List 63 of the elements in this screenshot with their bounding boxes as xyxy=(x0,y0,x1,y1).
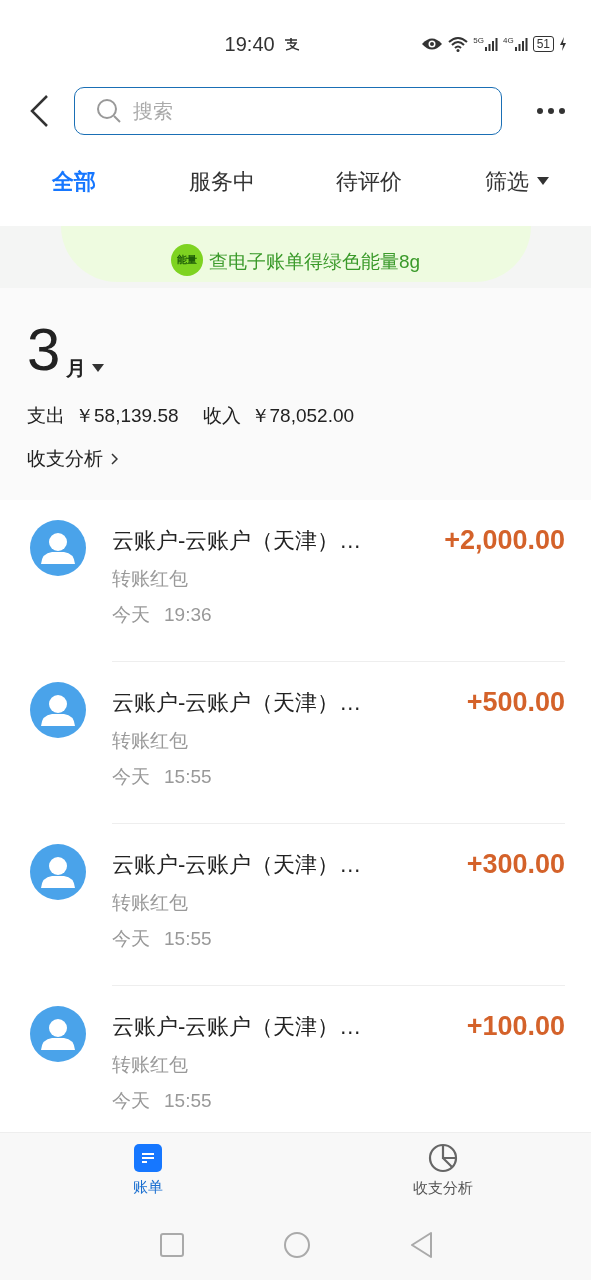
signal-icon xyxy=(513,37,528,51)
amount: +300.00 xyxy=(466,848,565,881)
more-icon[interactable] xyxy=(536,107,566,115)
energy-badge: 能量 xyxy=(170,244,203,276)
category: 转账红包 xyxy=(112,728,189,753)
filter-tab[interactable]: 待评价 xyxy=(295,164,444,198)
time-label: 15:55 xyxy=(164,1089,212,1113)
income-amount: ￥78,052.00 xyxy=(250,404,355,428)
filter-tab[interactable]: 全部 xyxy=(0,164,148,198)
date-label: 今天 xyxy=(112,765,150,789)
amount: +2,000.00 xyxy=(444,524,565,557)
transaction-row[interactable]: 云账户-云账户（天津）… +500.00 转账红包 今天 15:55 xyxy=(0,662,591,824)
app-logo-icon xyxy=(282,37,301,51)
filter-tab[interactable]: 筛选 xyxy=(443,164,591,198)
month-unit[interactable]: 月 xyxy=(66,356,87,380)
category: 转账红包 xyxy=(112,1052,189,1077)
date-label: 今天 xyxy=(112,603,150,627)
date-label: 今天 xyxy=(112,927,150,951)
promo-banner[interactable]: 能量 查电子账单得绿色能量8g xyxy=(60,226,531,282)
pie-chart-icon xyxy=(428,1143,459,1174)
promo-text: 查电子账单得绿色能量8g xyxy=(208,249,421,274)
payer-name: 云账户-云账户（天津）… xyxy=(112,1012,362,1041)
chevron-right-icon[interactable] xyxy=(111,452,118,465)
time-label: 15:55 xyxy=(164,765,212,789)
nav-tab[interactable]: 账单 xyxy=(0,1133,296,1210)
category: 转账红包 xyxy=(112,566,189,591)
category: 转账红包 xyxy=(112,890,189,915)
caret-icon xyxy=(537,177,550,185)
payer-name: 云账户-云账户（天津）… xyxy=(112,688,362,717)
network-label: 4G xyxy=(502,37,514,45)
list-icon xyxy=(133,1144,162,1173)
eye-icon xyxy=(421,37,444,51)
nav-tab[interactable]: 收支分析 xyxy=(295,1133,591,1210)
search-field[interactable]: 搜索 xyxy=(74,87,502,135)
charging-icon xyxy=(559,37,567,51)
avatar-icon xyxy=(30,520,86,576)
caret-icon[interactable] xyxy=(92,364,105,372)
filter-tab[interactable]: 服务中 xyxy=(147,164,296,198)
signal-icon xyxy=(483,37,498,51)
avatar-icon xyxy=(30,682,86,738)
income-label: 收入 xyxy=(202,404,241,428)
analysis-link[interactable]: 收支分析 xyxy=(27,444,103,473)
date-label: 今天 xyxy=(112,1089,150,1113)
time-label: 19:36 xyxy=(164,603,212,627)
clock-time: 19:40 xyxy=(224,32,275,57)
wifi-icon xyxy=(448,36,469,52)
avatar-icon xyxy=(30,844,86,900)
amount: +100.00 xyxy=(466,1010,565,1043)
time-label: 15:55 xyxy=(164,927,212,951)
search-icon xyxy=(96,98,122,124)
battery-level: 51 xyxy=(532,36,554,52)
avatar-icon xyxy=(30,1006,86,1062)
transaction-row[interactable]: 云账户-云账户（天津）… +2,000.00 转账红包 今天 19:36 xyxy=(0,500,591,662)
expense-amount: ￥58,139.58 xyxy=(75,404,179,428)
network-label: 5G xyxy=(473,37,484,45)
transaction-row[interactable]: 云账户-云账户（天津）… +100.00 转账红包 今天 15:55 xyxy=(0,986,591,1132)
transaction-row[interactable]: 云账户-云账户（天津）… +300.00 转账红包 今天 15:55 xyxy=(0,824,591,986)
amount: +500.00 xyxy=(466,686,565,719)
payer-name: 云账户-云账户（天津）… xyxy=(112,526,362,555)
payer-name: 云账户-云账户（天津）… xyxy=(112,850,362,879)
expense-label: 支出 xyxy=(27,404,65,428)
back-icon[interactable] xyxy=(28,94,50,128)
month-number: 3 xyxy=(27,320,61,380)
